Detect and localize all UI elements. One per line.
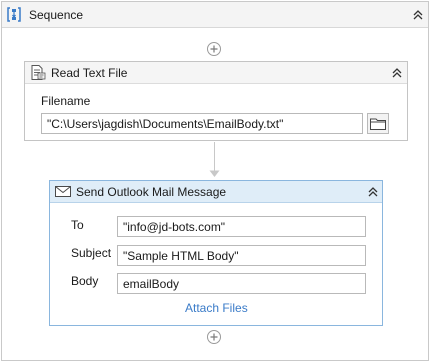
send-outlook-mail-title: Send Outlook Mail Message [76, 185, 227, 199]
envelope-icon [55, 184, 71, 199]
to-field[interactable]: "info@jd-bots.com" [117, 216, 366, 237]
read-text-file-header[interactable]: Read Text File [25, 62, 407, 84]
attach-files-link[interactable]: Attach Files [185, 301, 248, 315]
filename-label: Filename [41, 94, 91, 108]
text-file-icon [30, 65, 46, 80]
connector-arrow-icon [209, 170, 220, 177]
add-activity-top-button[interactable] [207, 42, 221, 56]
plus-circle-icon [210, 45, 218, 53]
subject-field[interactable]: "Sample HTML Body" [117, 245, 366, 266]
to-label: To [71, 218, 84, 232]
send-outlook-mail-header[interactable]: Send Outlook Mail Message [50, 181, 382, 203]
folder-icon [370, 118, 386, 130]
sequence-icon [7, 7, 21, 22]
filename-field[interactable]: "C:\Users\jagdish\Documents\EmailBody.tx… [41, 113, 363, 134]
send-outlook-mail-activity[interactable]: Send Outlook Mail Message To "info@jd-bo… [49, 180, 383, 326]
double-chevron-up-icon[interactable] [366, 185, 380, 199]
connector-line [214, 142, 215, 172]
subject-label: Subject [71, 246, 112, 260]
browse-button[interactable] [367, 113, 389, 134]
sequence-header[interactable]: Sequence [2, 2, 428, 28]
plus-circle-icon [210, 333, 218, 341]
double-chevron-up-icon[interactable] [411, 8, 425, 22]
read-text-file-title: Read Text File [51, 66, 128, 80]
double-chevron-up-icon[interactable] [390, 66, 404, 80]
add-activity-bottom-button[interactable] [207, 330, 221, 344]
body-field[interactable]: emailBody [117, 273, 366, 294]
sequence-container[interactable]: Sequence Read Text File Filename "C:\Use… [1, 1, 429, 361]
read-text-file-activity[interactable]: Read Text File Filename "C:\Users\jagdis… [24, 61, 408, 141]
body-label: Body [71, 274, 99, 288]
sequence-title: Sequence [29, 8, 84, 22]
